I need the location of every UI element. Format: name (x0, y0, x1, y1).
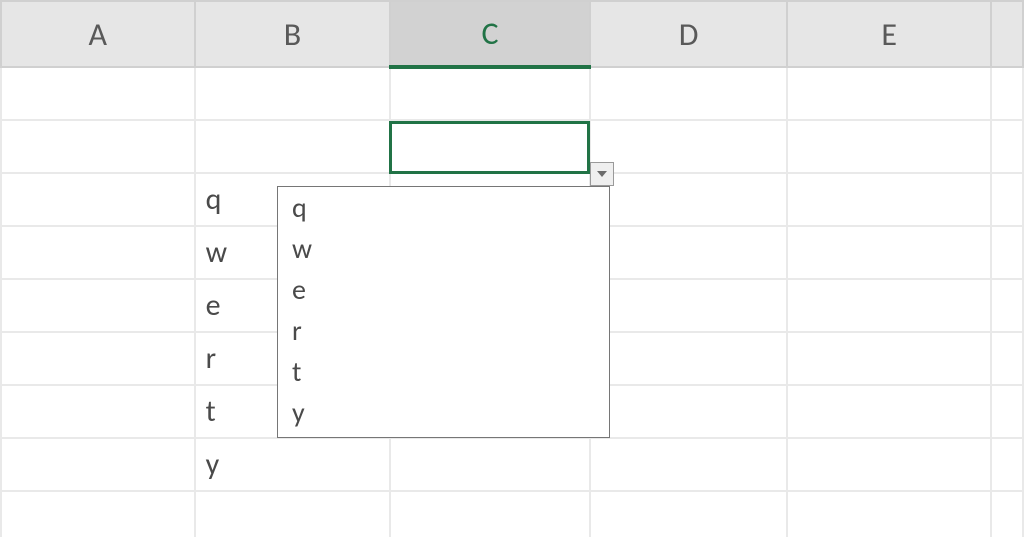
cell-A2[interactable] (1, 120, 195, 173)
cell-C9[interactable] (390, 491, 590, 537)
cell-E9[interactable] (787, 491, 991, 537)
cell-B2[interactable] (195, 120, 391, 173)
cell-A8[interactable] (1, 438, 195, 491)
cell-E3[interactable] (787, 173, 991, 226)
dropdown-option[interactable]: w (278, 228, 609, 269)
cell-F9[interactable] (991, 491, 1023, 537)
col-header-F[interactable] (991, 1, 1023, 67)
col-header-C[interactable]: C (390, 1, 590, 67)
cell-F8[interactable] (991, 438, 1023, 491)
dropdown-option[interactable]: y (278, 392, 609, 433)
cell-C2[interactable] (390, 120, 590, 173)
cell-D3[interactable] (590, 173, 788, 226)
col-header-D[interactable]: D (590, 1, 788, 67)
dropdown-option[interactable]: q (278, 187, 609, 228)
dropdown-option[interactable]: r (278, 310, 609, 351)
cell-A7[interactable] (1, 385, 195, 438)
cell-A1[interactable] (1, 67, 195, 120)
cell-E2[interactable] (787, 120, 991, 173)
cell-E7[interactable] (787, 385, 991, 438)
cell-D1[interactable] (590, 67, 788, 120)
chevron-down-icon (597, 171, 607, 177)
cell-B8[interactable]: y (195, 438, 391, 491)
cell-B9[interactable] (195, 491, 391, 537)
cell-F1[interactable] (991, 67, 1023, 120)
cell-F2[interactable] (991, 120, 1023, 173)
cell-E5[interactable] (787, 279, 991, 332)
cell-D6[interactable] (590, 332, 788, 385)
cell-A6[interactable] (1, 332, 195, 385)
cell-A5[interactable] (1, 279, 195, 332)
cell-E1[interactable] (787, 67, 991, 120)
cell-E6[interactable] (787, 332, 991, 385)
cell-A4[interactable] (1, 226, 195, 279)
dropdown-option[interactable]: e (278, 269, 609, 310)
cell-F3[interactable] (991, 173, 1023, 226)
cell-D9[interactable] (590, 491, 788, 537)
col-header-A[interactable]: A (1, 1, 195, 67)
cell-B1[interactable] (195, 67, 391, 120)
data-validation-dropdown-button[interactable] (590, 162, 614, 186)
cell-F5[interactable] (991, 279, 1023, 332)
cell-E4[interactable] (787, 226, 991, 279)
cell-E8[interactable] (787, 438, 991, 491)
cell-F7[interactable] (991, 385, 1023, 438)
cell-C8[interactable] (390, 438, 590, 491)
cell-C1[interactable] (390, 67, 590, 120)
column-header-row: A B C D E (1, 1, 1023, 67)
col-header-B[interactable]: B (195, 1, 391, 67)
dropdown-option[interactable]: t (278, 351, 609, 392)
cell-A9[interactable] (1, 491, 195, 537)
cell-D5[interactable] (590, 279, 788, 332)
data-validation-dropdown-list[interactable]: q w e r t y (277, 186, 610, 438)
cell-D8[interactable] (590, 438, 788, 491)
col-header-E[interactable]: E (787, 1, 991, 67)
cell-F6[interactable] (991, 332, 1023, 385)
cell-F4[interactable] (991, 226, 1023, 279)
cell-D7[interactable] (590, 385, 788, 438)
cell-D4[interactable] (590, 226, 788, 279)
cell-D2[interactable] (590, 120, 788, 173)
cell-A3[interactable] (1, 173, 195, 226)
